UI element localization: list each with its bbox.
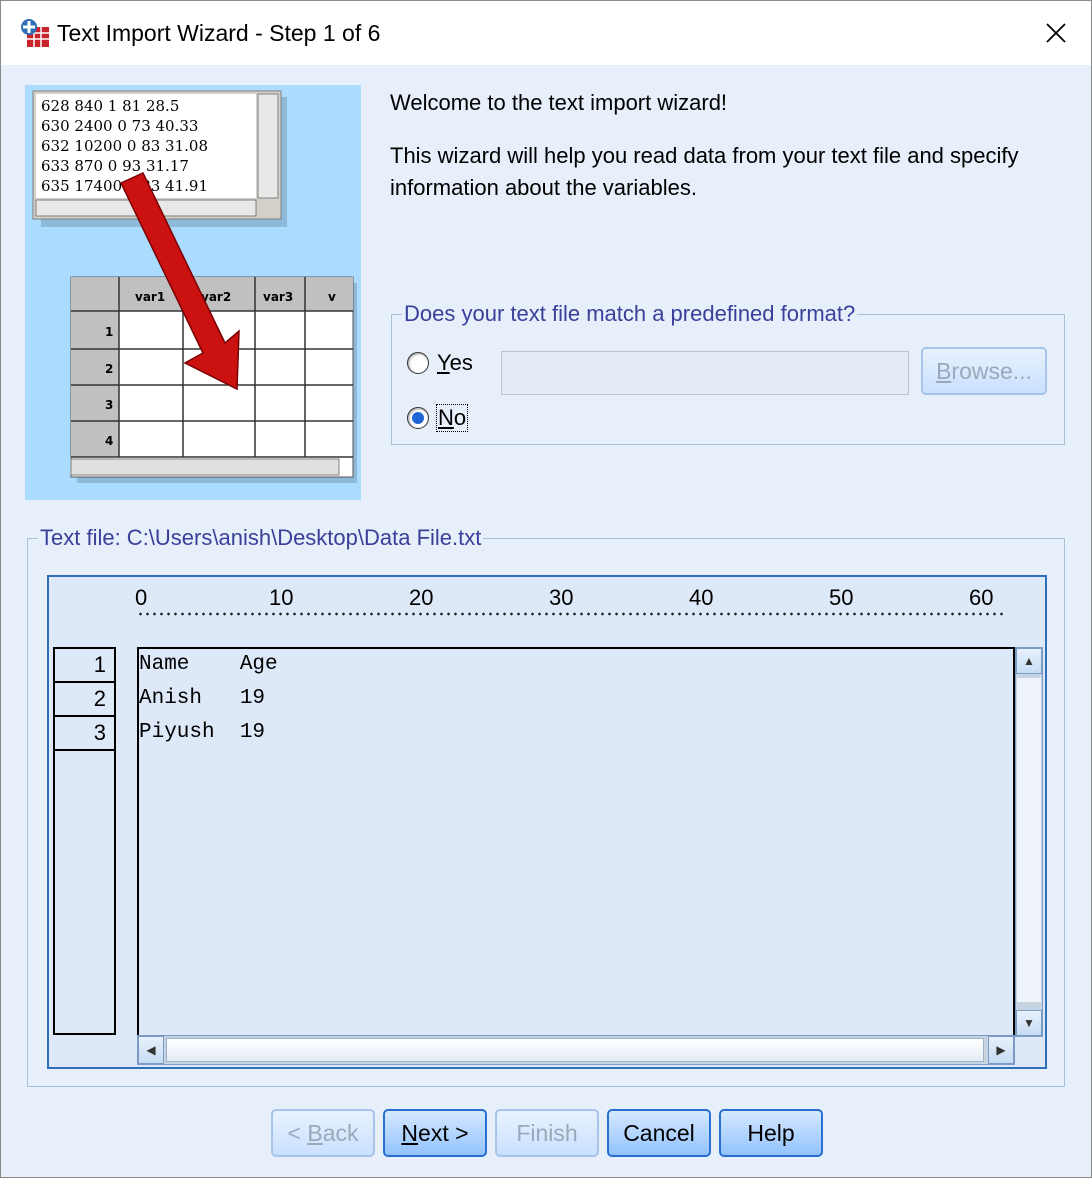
welcome-heading: Welcome to the text import wizard! <box>390 90 728 115</box>
no-radio-label: No <box>435 404 469 432</box>
illus-col-header: var3 <box>263 290 293 304</box>
line-number-gutter: 1 2 3 <box>53 647 116 1035</box>
yes-radio-circle[interactable] <box>407 352 429 374</box>
line-number: 3 <box>55 717 114 751</box>
file-content-area[interactable]: Name Age Anish 19 Piyush 19 <box>137 647 1015 1037</box>
scroll-left-button[interactable]: ◀ <box>138 1036 164 1064</box>
text-import-wizard-dialog: Text Import Wizard - Step 1 of 6 628 840… <box>0 0 1092 1178</box>
illus-row-header: 4 <box>105 434 113 448</box>
file-line: Anish 19 <box>139 687 266 710</box>
file-line: Name Age <box>139 653 278 676</box>
ruler-label: 40 <box>689 585 714 610</box>
ruler-label: 30 <box>549 585 574 610</box>
scroll-right-button[interactable]: ▶ <box>988 1036 1014 1064</box>
file-line: Piyush 19 <box>139 721 266 744</box>
illus-col-header: var1 <box>135 290 165 304</box>
illus-text-line: 628 840 1 81 28.5 <box>41 97 179 115</box>
browse-button[interactable]: Browse... <box>921 347 1047 395</box>
file-preview-panel: 0 10 20 30 40 50 60 1 2 3 Name Age Anish… <box>47 575 1047 1069</box>
back-button[interactable]: < Back <box>271 1109 375 1157</box>
no-radio[interactable]: No <box>407 404 469 432</box>
wizard-description: This wizard will help you read data from… <box>390 143 1019 200</box>
finish-button[interactable]: Finish <box>495 1109 599 1157</box>
line-number: 1 <box>55 649 114 683</box>
column-ruler <box>137 611 1007 619</box>
illus-row-header: 2 <box>105 362 113 376</box>
title-bar: Text Import Wizard - Step 1 of 6 <box>1 1 1091 65</box>
illus-text-line: 632 10200 0 83 31.08 <box>41 137 208 155</box>
close-icon <box>1046 23 1066 43</box>
window-title: Text Import Wizard - Step 1 of 6 <box>57 20 381 46</box>
horizontal-scrollbar[interactable]: ◀ ▶ <box>137 1035 1015 1065</box>
spss-app-icon <box>21 19 49 47</box>
ruler-label: 20 <box>409 585 434 610</box>
illustration-graphic: 628 840 1 81 28.5 630 2400 0 73 40.33 63… <box>32 90 357 483</box>
ruler-label: 50 <box>829 585 854 610</box>
yes-radio[interactable]: Yes <box>407 350 473 376</box>
illus-row-header: 3 <box>105 398 113 412</box>
cancel-button[interactable]: Cancel <box>607 1109 711 1157</box>
illus-row-header: 1 <box>105 325 113 339</box>
ruler-label: 10 <box>269 585 294 610</box>
scroll-down-button[interactable]: ▼ <box>1016 1010 1042 1036</box>
illus-text-line: 630 2400 0 73 40.33 <box>41 117 198 135</box>
line-number: 2 <box>55 683 114 717</box>
ruler-label: 60 <box>969 585 994 610</box>
horizontal-scroll-thumb[interactable] <box>166 1038 984 1062</box>
no-radio-circle[interactable] <box>407 407 429 429</box>
illus-col-header: v <box>328 290 336 304</box>
format-file-path-input[interactable] <box>501 351 909 395</box>
scroll-up-button[interactable]: ▲ <box>1016 648 1042 674</box>
yes-radio-label: Yes <box>437 350 473 375</box>
import-illustration: 628 840 1 81 28.5 630 2400 0 73 40.33 63… <box>25 85 361 500</box>
next-button[interactable]: Next > <box>383 1109 487 1157</box>
help-button[interactable]: Help <box>719 1109 823 1157</box>
ruler-label: 0 <box>135 585 148 610</box>
vertical-scrollbar[interactable]: ▲ ▼ <box>1015 647 1043 1037</box>
vertical-scroll-track[interactable] <box>1017 678 1041 1002</box>
illus-text-line: 633 870 0 93 31.17 <box>41 157 189 175</box>
close-button[interactable] <box>1021 1 1091 65</box>
predefined-format-legend: Does your text file match a predefined f… <box>404 301 856 326</box>
text-file-legend: Text file: C:\Users\anish\Desktop\Data F… <box>40 525 482 550</box>
